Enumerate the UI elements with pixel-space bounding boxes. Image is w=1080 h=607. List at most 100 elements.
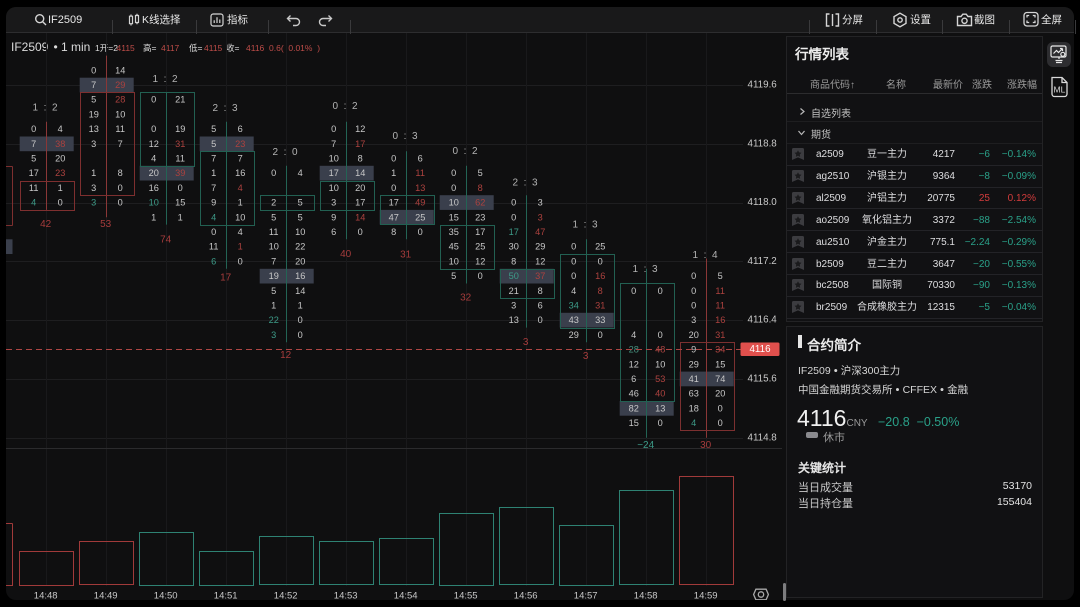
svg-text:0: 0: [271, 168, 276, 178]
svg-text:0: 0: [178, 183, 183, 193]
svg-text:6: 6: [631, 374, 636, 384]
svg-text:4: 4: [298, 168, 303, 178]
svg-text:7: 7: [91, 80, 96, 90]
svg-text:1: 1: [178, 212, 183, 222]
svg-text:14:50: 14:50: [154, 591, 178, 601]
svg-text:8: 8: [598, 286, 603, 296]
svg-text:45: 45: [449, 242, 459, 252]
svg-text:8: 8: [358, 154, 363, 164]
svg-text:2 : 3: 2 : 3: [212, 103, 238, 114]
svg-text:7: 7: [271, 256, 276, 266]
svg-text:4119.6: 4119.6: [748, 80, 778, 91]
svg-text:20: 20: [149, 168, 159, 178]
svg-text:14: 14: [355, 212, 365, 222]
svg-text:12: 12: [475, 256, 485, 266]
svg-text:4118.8: 4118.8: [748, 138, 778, 149]
svg-text:14:51: 14:51: [214, 591, 238, 601]
svg-text:31: 31: [175, 139, 185, 149]
svg-text:14: 14: [355, 168, 365, 178]
svg-text:0: 0: [511, 198, 516, 208]
svg-text:53: 53: [655, 374, 665, 384]
svg-text:5: 5: [298, 212, 303, 222]
svg-text:7: 7: [238, 154, 243, 164]
svg-text:23: 23: [475, 212, 485, 222]
svg-text:39: 39: [175, 168, 185, 178]
svg-text:10: 10: [449, 256, 459, 266]
svg-text:0: 0: [118, 183, 123, 193]
svg-text:12: 12: [149, 139, 159, 149]
svg-text:3: 3: [91, 139, 96, 149]
svg-text:23: 23: [55, 168, 65, 178]
svg-text:0: 0: [658, 330, 663, 340]
svg-text:9: 9: [211, 198, 216, 208]
svg-text:6: 6: [331, 227, 336, 237]
svg-text:5: 5: [718, 271, 723, 281]
svg-text:3: 3: [511, 301, 516, 311]
svg-text:4116: 4116: [749, 344, 771, 355]
svg-text:22: 22: [269, 315, 279, 325]
svg-text:4: 4: [151, 154, 156, 164]
svg-text:15: 15: [449, 212, 459, 222]
svg-text:50: 50: [509, 271, 519, 281]
svg-text:0: 0: [118, 198, 123, 208]
svg-text:16: 16: [715, 315, 725, 325]
svg-text:17: 17: [220, 273, 232, 284]
svg-text:0: 0: [511, 212, 516, 222]
svg-text:20: 20: [689, 330, 699, 340]
svg-text:0: 0: [538, 315, 543, 325]
svg-text:16: 16: [595, 271, 605, 281]
svg-text:11: 11: [175, 154, 185, 164]
svg-text:14:54: 14:54: [394, 591, 418, 601]
svg-text:15: 15: [175, 198, 185, 208]
svg-text:21: 21: [509, 286, 519, 296]
svg-text:6: 6: [538, 301, 543, 311]
svg-text:0: 0: [718, 418, 723, 428]
svg-text:13: 13: [509, 315, 519, 325]
svg-text:20: 20: [295, 256, 305, 266]
svg-text:0: 0: [571, 271, 576, 281]
svg-text:19: 19: [269, 271, 279, 281]
svg-text:1: 1: [391, 168, 396, 178]
svg-text:28: 28: [115, 95, 125, 105]
svg-text:1 : 2: 1 : 2: [32, 102, 58, 113]
svg-text:4: 4: [631, 330, 636, 340]
svg-text:14:57: 14:57: [574, 591, 598, 601]
svg-text:82: 82: [629, 403, 639, 413]
svg-text:0: 0: [691, 271, 696, 281]
svg-text:20: 20: [355, 183, 365, 193]
svg-text:3: 3: [691, 315, 696, 325]
svg-text:10: 10: [655, 359, 665, 369]
svg-text:63: 63: [689, 389, 699, 399]
svg-text:5: 5: [211, 124, 216, 134]
svg-text:2 : 0: 2 : 0: [272, 147, 298, 158]
svg-text:46: 46: [629, 389, 639, 399]
svg-text:0: 0: [451, 168, 456, 178]
svg-text:30: 30: [700, 440, 712, 451]
svg-text:29: 29: [569, 330, 579, 340]
svg-text:29: 29: [535, 242, 545, 252]
svg-text:62: 62: [475, 198, 485, 208]
svg-text:3: 3: [538, 198, 543, 208]
svg-text:1 : 3: 1 : 3: [632, 264, 658, 275]
svg-text:18: 18: [689, 403, 699, 413]
svg-text:1: 1: [58, 183, 63, 193]
svg-text:5: 5: [211, 139, 216, 149]
svg-text:5: 5: [478, 168, 483, 178]
svg-text:2: 2: [271, 198, 276, 208]
svg-text:13: 13: [655, 403, 665, 413]
svg-text:8: 8: [511, 256, 516, 266]
svg-text:35: 35: [449, 227, 459, 237]
svg-text:12: 12: [355, 124, 365, 134]
svg-text:0: 0: [391, 183, 396, 193]
svg-text:15: 15: [715, 359, 725, 369]
svg-text:43: 43: [569, 315, 579, 325]
svg-text:11: 11: [715, 286, 725, 296]
svg-text:0: 0: [598, 256, 603, 266]
svg-text:10: 10: [329, 154, 339, 164]
svg-text:16: 16: [295, 271, 305, 281]
svg-text:14:56: 14:56: [514, 591, 538, 601]
svg-text:5: 5: [271, 212, 276, 222]
svg-text:5: 5: [91, 95, 96, 105]
svg-text:31: 31: [400, 250, 412, 261]
svg-text:0: 0: [718, 403, 723, 413]
